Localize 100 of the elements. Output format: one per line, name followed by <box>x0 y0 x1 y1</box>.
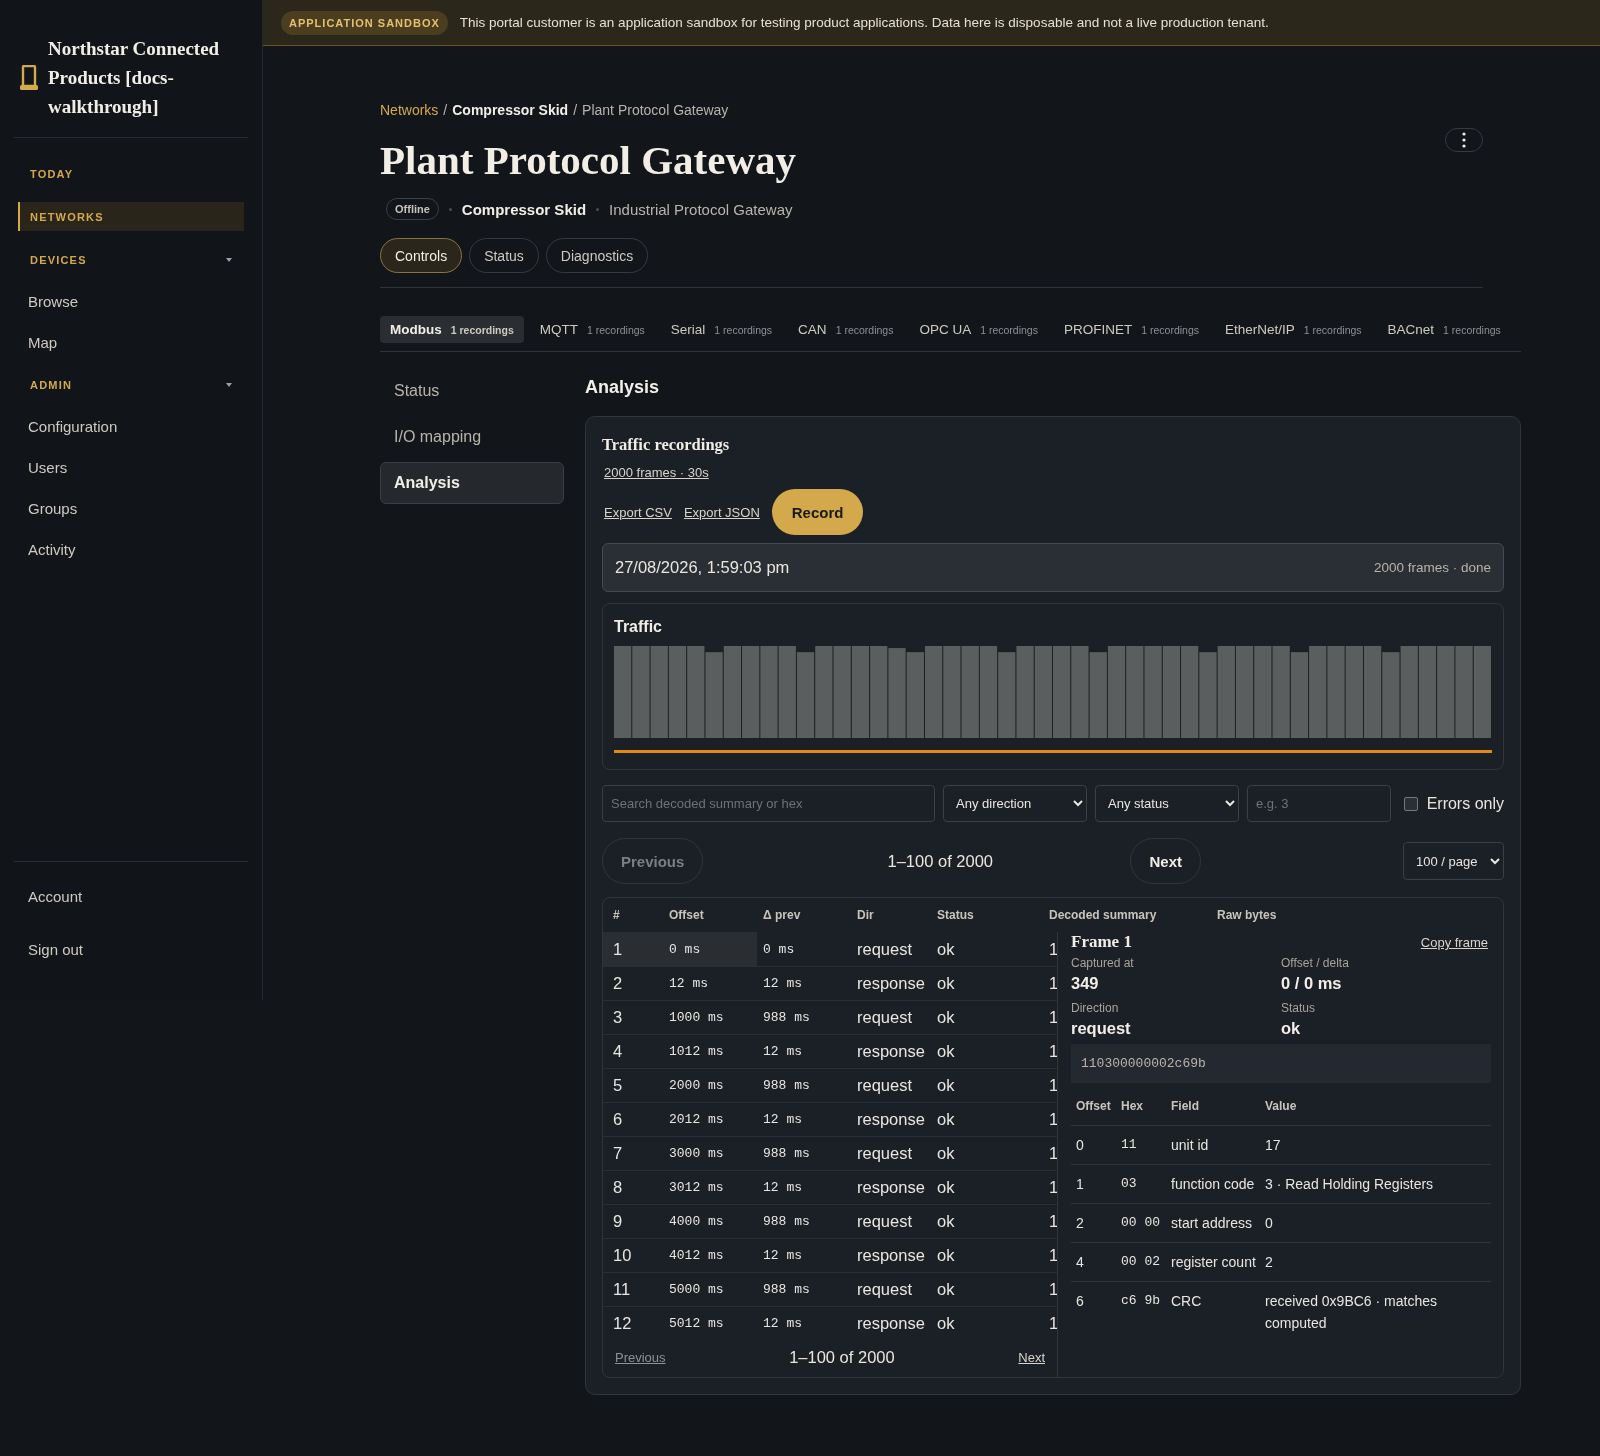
column-header: Value <box>1265 1098 1298 1115</box>
table-row[interactable]: 5 2000 ms 988 ms request ok 1 <box>603 1068 1057 1102</box>
table-cell-text: 5000 ms <box>669 1282 725 1297</box>
table-cell: 1 <box>1049 1110 1057 1129</box>
table-row[interactable]: 10 4012 ms 12 ms response ok 1 <box>603 1238 1057 1272</box>
caret-icon <box>226 257 232 262</box>
checkbox-label: Errors only <box>1426 794 1504 813</box>
protocol-tab[interactable]: PROFINET 1 recordings <box>1053 316 1209 343</box>
page-range: 1–100 of 2000 <box>789 1348 895 1367</box>
table-row[interactable]: 2 12 ms 12 ms response ok 1 <box>603 966 1057 1000</box>
next-link[interactable]: Next <box>1018 1350 1045 1365</box>
protocol-tab[interactable]: CAN 1 recordings <box>788 316 904 343</box>
nav-item[interactable]: Groups <box>14 488 248 529</box>
table-cell-text: 0 <box>1076 1136 1085 1155</box>
nav-item[interactable]: Map <box>14 322 248 363</box>
table-cell-text: 2012 ms <box>669 1112 725 1127</box>
table-row[interactable]: 12 5012 ms 12 ms response ok 1 <box>603 1306 1057 1340</box>
nav-item[interactable]: Users <box>14 447 248 488</box>
breadcrumb-link[interactable]: Networks <box>380 102 439 118</box>
table-row[interactable]: 4 1012 ms 12 ms response ok 1 <box>603 1034 1057 1068</box>
table-cell-text: request <box>857 940 914 959</box>
table-cell-text: 12 ms <box>763 1248 803 1263</box>
sandbox-badge: APPLICATION SANDBOX <box>281 10 448 35</box>
table-cell-text: 988 ms <box>763 1010 811 1025</box>
previous-link[interactable]: Previous <box>615 1350 666 1365</box>
nav-section[interactable]: NETWORKS <box>18 202 244 231</box>
table-cell-text: 2 <box>1265 1253 1274 1272</box>
table-cell-text: response <box>857 974 926 993</box>
number-field[interactable]: e.g. 3 <box>1247 785 1391 822</box>
nav-item[interactable]: Configuration <box>14 406 248 447</box>
errors-only-checkbox[interactable] <box>1403 796 1418 811</box>
recording-item[interactable]: 27/08/2026, 1:59:03 pm 2000 frames · done <box>602 543 1504 592</box>
subnav-item[interactable]: Analysis <box>380 462 564 504</box>
table-cell-text: 12 ms <box>763 1180 803 1195</box>
status-select[interactable]: Any status <box>1095 785 1239 822</box>
timeline-track[interactable] <box>614 750 1492 753</box>
table-cell: 1 <box>1049 940 1057 959</box>
table-cell: 1 <box>1049 1076 1057 1095</box>
table-cell-text: 988 ms <box>763 1146 811 1161</box>
table-row[interactable]: 9 4000 ms 988 ms request ok 1 <box>603 1204 1057 1238</box>
section-title: Analysis <box>585 377 661 398</box>
table-cell-text: function code <box>1171 1175 1256 1194</box>
table-cell-text: 3012 ms <box>669 1180 725 1195</box>
table-row[interactable]: 7 3000 ms 988 ms request ok 1 <box>603 1136 1057 1170</box>
table-cell-text: response <box>857 1110 926 1129</box>
table-cell-text: 12 ms <box>763 976 803 991</box>
table-cell-text: 3 <box>613 1008 624 1027</box>
table-cell-text: 2 <box>1076 1214 1085 1233</box>
table-cell-text: 5 <box>613 1076 624 1095</box>
parent-name: Compressor Skid <box>461 200 587 218</box>
table-row[interactable]: 3 1000 ms 988 ms request ok 1 <box>603 1000 1057 1034</box>
table-row[interactable]: 6 2012 ms 12 ms response ok 1 <box>603 1102 1057 1136</box>
frames-link[interactable]: 2000 frames · 30s <box>604 465 709 480</box>
tab[interactable]: Controls <box>380 238 463 273</box>
table-cell-text: 1012 ms <box>669 1044 725 1059</box>
export-link[interactable]: Export JSON <box>683 504 760 520</box>
nav-item[interactable]: Account <box>14 876 248 917</box>
record-button[interactable]: Record <box>771 489 864 535</box>
table-cell-text: response <box>857 1178 926 1197</box>
protocol-tab[interactable]: EtherNet/IP 1 recordings <box>1215 316 1372 343</box>
table-cell-text: 11 <box>613 1280 632 1299</box>
subnav-item[interactable]: Status <box>380 370 564 412</box>
table-row[interactable]: 11 5000 ms 988 ms request ok 1 <box>603 1272 1057 1306</box>
table-cell-text: 00 02 <box>1121 1253 1161 1271</box>
search-field[interactable]: Search decoded summary or hex <box>602 785 935 822</box>
column-header: Offset <box>669 908 705 922</box>
protocol-tab[interactable]: OPC UA 1 recordings <box>909 316 1048 343</box>
table-cell-text: 00 00 <box>1121 1214 1161 1232</box>
table-cell-text: 1 <box>1076 1175 1085 1194</box>
fact-label: Status <box>1281 1001 1317 1015</box>
nav-item[interactable]: Activity <box>14 529 248 570</box>
breadcrumb-link[interactable]: Compressor Skid <box>452 102 569 118</box>
table-cell-text: 12 ms <box>669 976 709 991</box>
table-cell-text: 12 ms <box>763 1112 803 1127</box>
export-link[interactable]: Export CSV <box>604 504 672 520</box>
separator-dot-icon <box>448 207 452 211</box>
nav-item[interactable]: Browse <box>14 281 248 322</box>
protocol-tab[interactable]: BACnet 1 recordings <box>1377 316 1511 343</box>
table-cell-text: received 0x9BC6 · matches computed <box>1265 1292 1438 1333</box>
fact-label: Offset / delta <box>1281 956 1350 970</box>
direction-select[interactable]: Any direction <box>943 785 1087 822</box>
copy-frame-link[interactable]: Copy frame <box>1420 935 1488 950</box>
hex-dump: 110300000002c69b <box>1071 1044 1491 1083</box>
table-cell: 1 <box>1049 974 1057 993</box>
table-cell: 1 <box>1049 1246 1057 1265</box>
table-cell-text: 0 ms <box>763 942 796 957</box>
subnav-item[interactable]: I/O mapping <box>380 416 564 458</box>
nav-section[interactable]: DEVICES <box>18 245 244 274</box>
table-row[interactable]: 8 3012 ms 12 ms response ok 1 <box>603 1170 1057 1204</box>
table-cell-text: 12 <box>613 1314 633 1333</box>
nav-section[interactable]: TODAY <box>18 159 244 188</box>
protocol-tab[interactable]: Serial 1 recordings <box>660 316 783 343</box>
protocol-tab[interactable]: Modbus 1 recordings <box>380 316 524 343</box>
page-size-select[interactable]: 100 / page <box>1403 842 1504 880</box>
table-cell-text: 0 ms <box>669 942 702 957</box>
protocol-tab[interactable]: MQTT 1 recordings <box>529 316 655 343</box>
nav-section[interactable]: ADMIN <box>18 370 244 399</box>
nav-item[interactable]: Sign out <box>14 929 248 970</box>
banner-message: This portal customer is an application sandbox for testing product applications. Data here is disposable and not a live production tenant. <box>459 15 1269 30</box>
table-cell: 1 <box>1049 1212 1057 1231</box>
